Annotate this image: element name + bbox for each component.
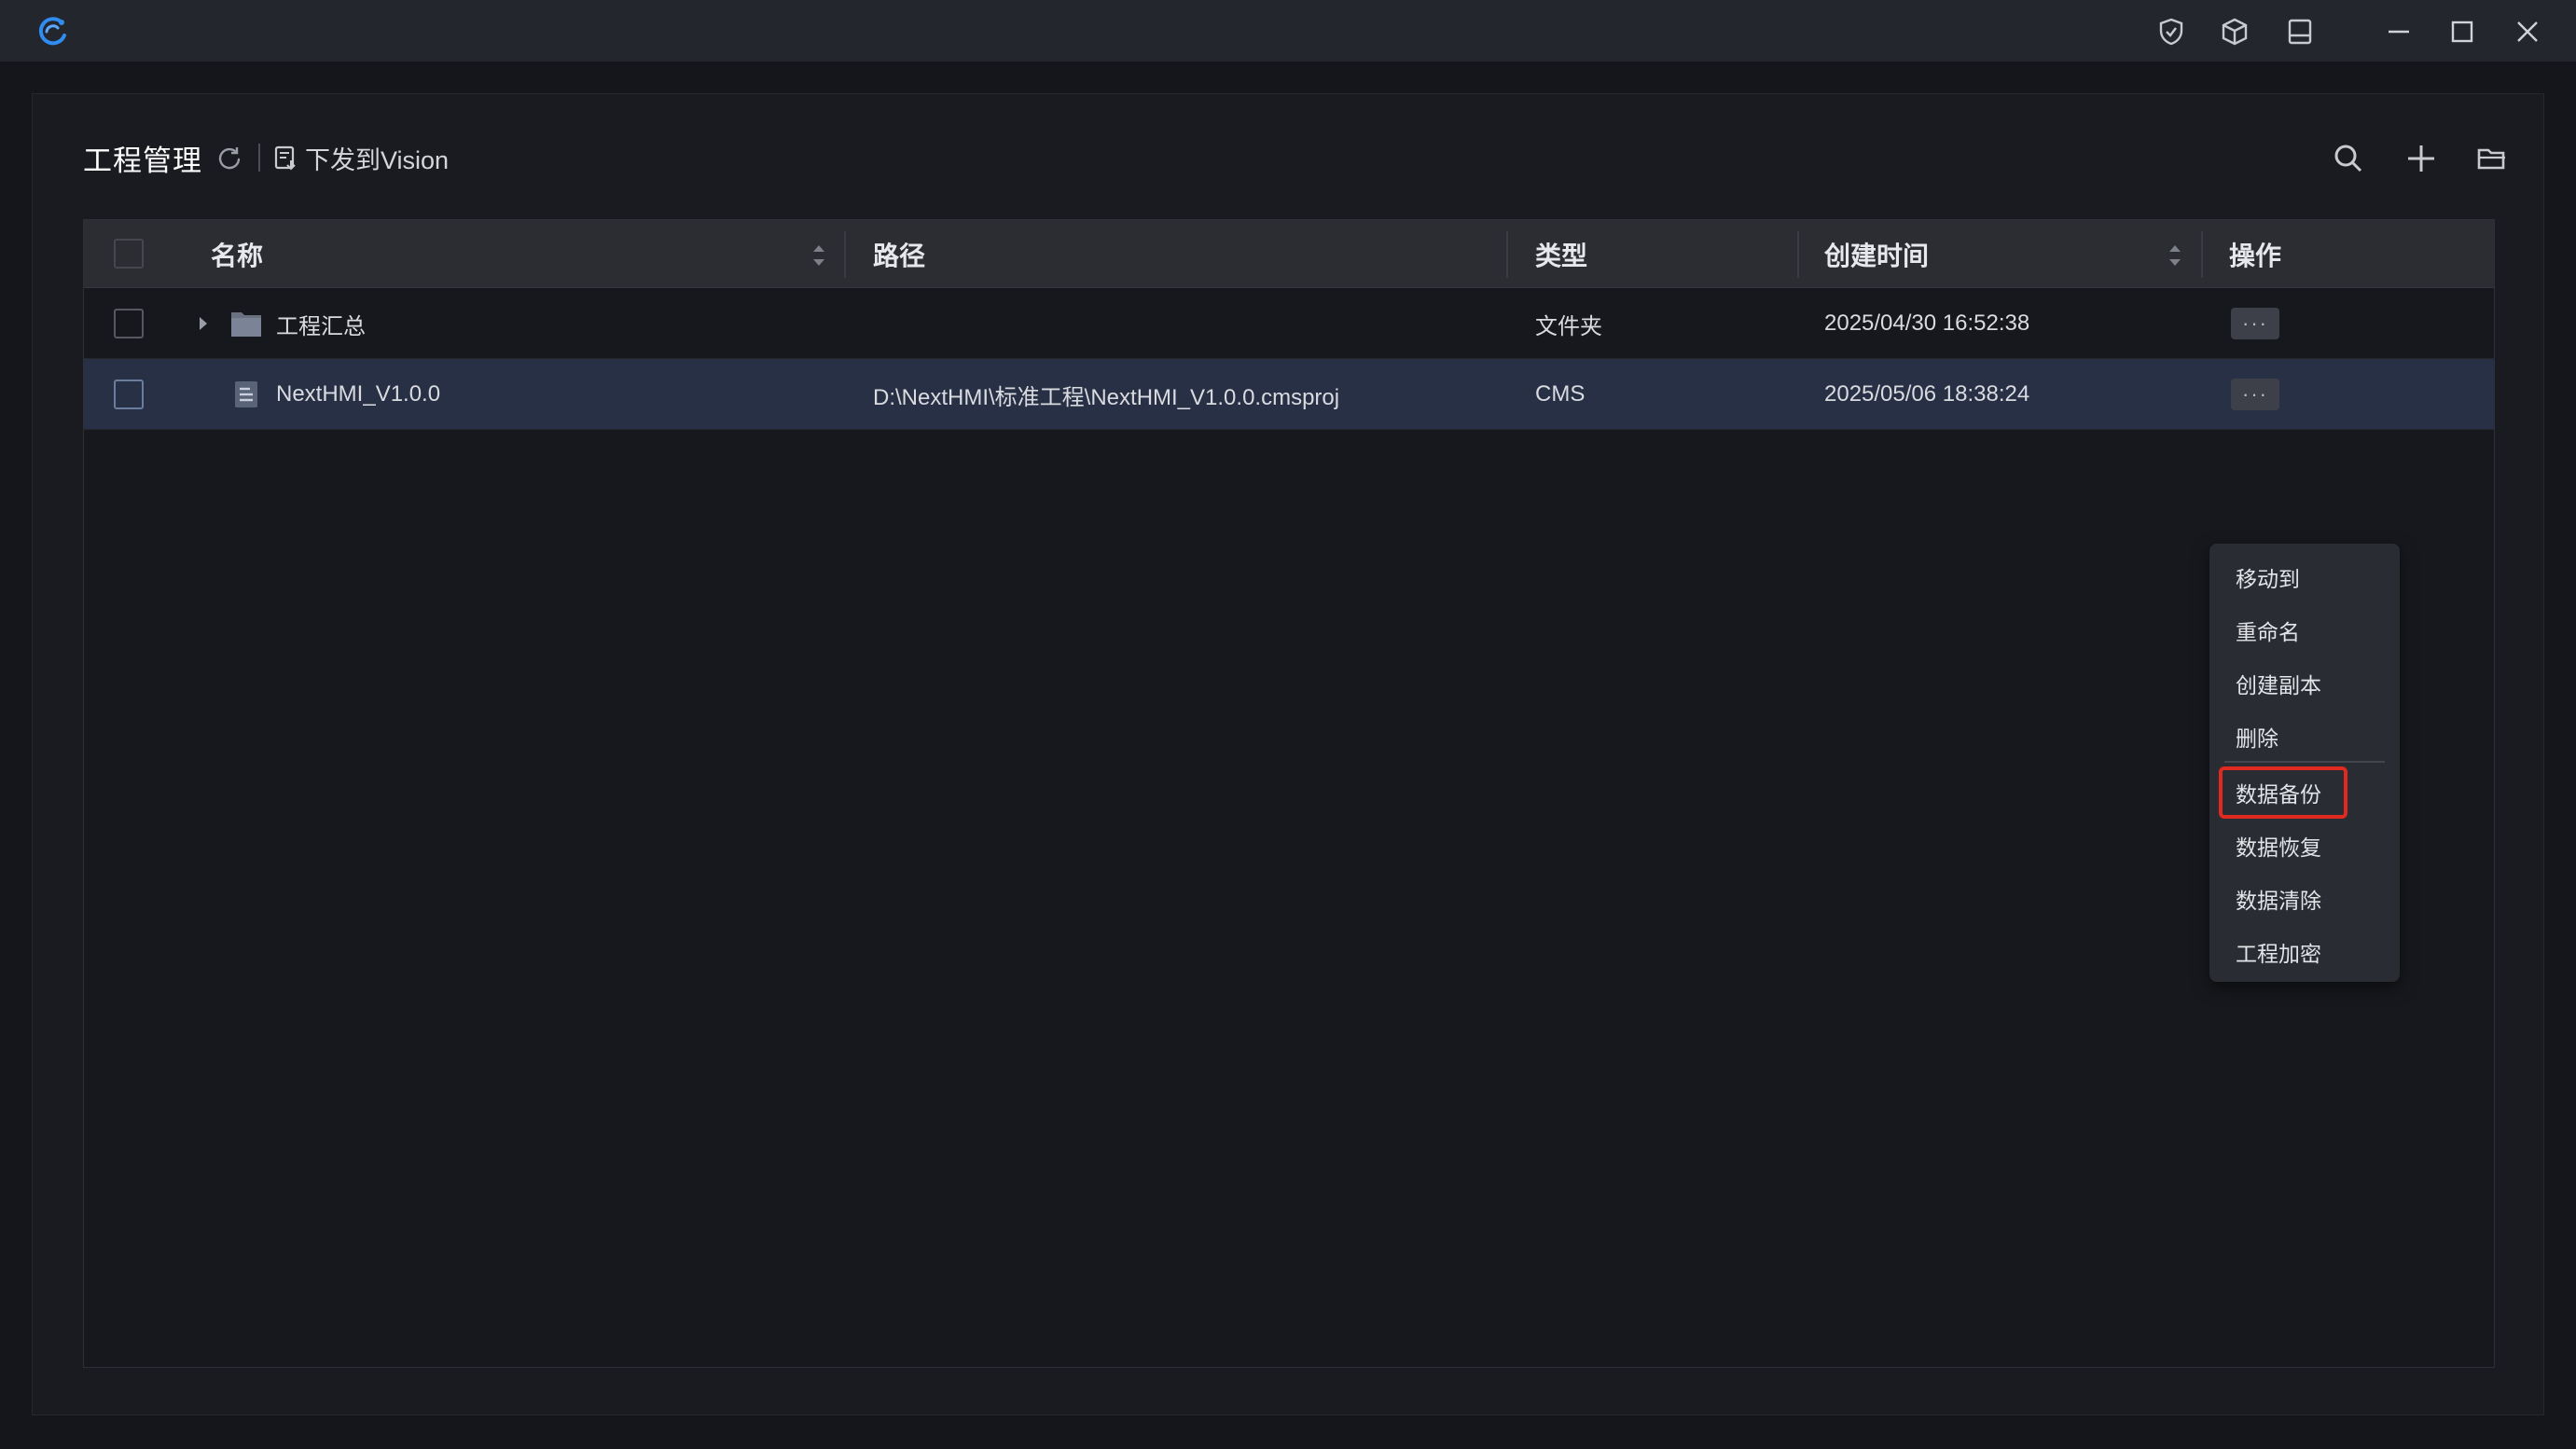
table-row[interactable]: 工程汇总 文件夹 2025/04/30 16:52:38 ···	[84, 288, 2494, 359]
folder-icon	[231, 312, 261, 337]
column-divider	[1797, 231, 1799, 278]
row-path: D:\NextHMI\标准工程\NextHMI_V1.0.0.cmsproj	[873, 384, 1340, 410]
expand-arrow-icon[interactable]	[194, 314, 213, 333]
menu-divider	[2224, 761, 2385, 763]
shield-check-icon[interactable]	[2153, 13, 2190, 50]
panel-header: 工程管理 下发到Vision	[83, 139, 449, 177]
row-name: 工程汇总	[276, 313, 366, 339]
page-title: 工程管理	[83, 144, 202, 177]
project-management-panel: 工程管理 下发到Vision 名称 路径 类型 创建时间 操作 工程汇总 文件夹…	[32, 93, 2544, 1415]
app-logo-icon	[34, 13, 71, 50]
close-icon[interactable]	[2509, 13, 2546, 50]
add-icon[interactable]	[2398, 135, 2444, 182]
context-menu: 移动到 重命名 创建副本 删除 数据备份 数据恢复 数据清除 工程加密	[2209, 544, 2400, 982]
deploy-to-vision-button[interactable]: 下发到Vision	[273, 140, 449, 176]
column-header-type: 类型	[1535, 241, 1588, 270]
select-all-checkbox[interactable]	[114, 239, 144, 269]
menu-item-project-encrypt[interactable]: 工程加密	[2209, 928, 2400, 976]
deploy-label: 下发到Vision	[305, 145, 450, 174]
column-header-name[interactable]: 名称	[211, 220, 263, 288]
panel-layout-icon[interactable]	[2281, 13, 2319, 50]
menu-item-data-backup[interactable]: 数据备份	[2209, 768, 2400, 817]
table-row[interactable]: NextHMI_V1.0.0 D:\NextHMI\标准工程\NextHMI_V…	[84, 359, 2494, 430]
open-folder-icon[interactable]	[2469, 135, 2515, 182]
maximize-icon[interactable]	[2444, 13, 2481, 50]
menu-item-move-to[interactable]: 移动到	[2209, 553, 2400, 601]
row-type: CMS	[1535, 381, 1586, 407]
title-bar	[0, 0, 2576, 62]
minimize-icon[interactable]	[2380, 13, 2417, 50]
column-header-path: 路径	[873, 241, 926, 270]
sort-name-icon[interactable]	[808, 237, 830, 274]
column-divider	[1506, 231, 1508, 278]
row-checkbox[interactable]	[114, 380, 144, 409]
menu-item-duplicate[interactable]: 创建副本	[2209, 659, 2400, 708]
sort-created-icon[interactable]	[2164, 237, 2186, 274]
header-divider	[258, 144, 260, 172]
more-actions-button[interactable]: ···	[2231, 308, 2279, 339]
menu-item-rename[interactable]: 重命名	[2209, 606, 2400, 655]
row-name: NextHMI_V1.0.0	[276, 381, 441, 407]
more-actions-button[interactable]: ···	[2231, 379, 2279, 410]
menu-item-delete[interactable]: 删除	[2209, 712, 2400, 761]
cube-icon[interactable]	[2216, 13, 2253, 50]
row-created: 2025/04/30 16:52:38	[1824, 310, 2030, 336]
column-divider	[844, 231, 846, 278]
column-divider	[2201, 231, 2203, 278]
column-header-actions: 操作	[2229, 241, 2282, 270]
search-icon[interactable]	[2325, 135, 2372, 182]
menu-item-data-restore[interactable]: 数据恢复	[2209, 821, 2400, 870]
refresh-icon[interactable]	[214, 142, 245, 173]
document-icon	[235, 381, 257, 407]
row-created: 2025/05/06 18:38:24	[1824, 381, 2030, 407]
deploy-icon	[274, 145, 296, 171]
column-header-created[interactable]: 创建时间	[1824, 220, 1929, 288]
menu-item-data-clear[interactable]: 数据清除	[2209, 875, 2400, 923]
table-header: 名称 路径 类型 创建时间 操作	[84, 220, 2494, 288]
row-type: 文件夹	[1535, 313, 1602, 339]
project-table: 名称 路径 类型 创建时间 操作 工程汇总 文件夹 2025/04/30 16:…	[83, 219, 2495, 1368]
row-checkbox[interactable]	[114, 309, 144, 338]
